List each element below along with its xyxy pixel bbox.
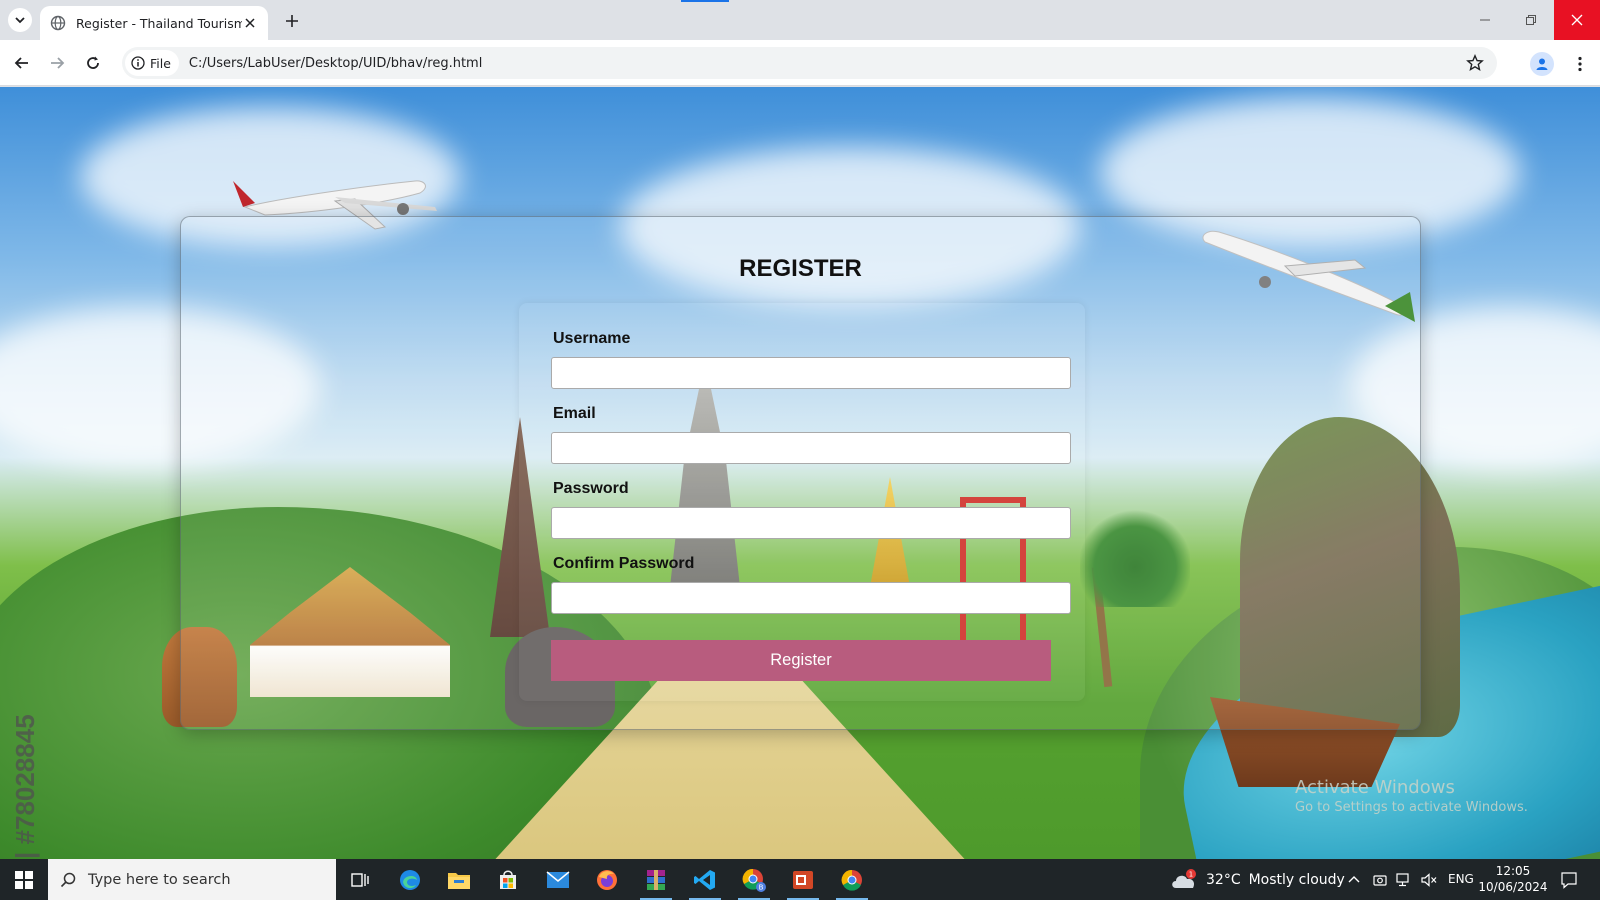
edge-icon <box>400 870 420 890</box>
mail-icon <box>546 871 570 888</box>
chevron-down-icon <box>15 17 25 24</box>
chrome-profile-icon: B <box>742 868 766 892</box>
camera-icon <box>1373 874 1387 886</box>
activate-windows-subtitle: Go to Settings to activate Windows. <box>1295 800 1528 815</box>
taskbar-clock[interactable]: 12:05 10/06/2024 <box>1478 863 1548 895</box>
close-tab-button[interactable] <box>242 15 258 31</box>
search-icon <box>60 872 76 887</box>
taskbar-edge[interactable] <box>392 864 428 896</box>
register-button[interactable]: Register <box>551 640 1051 681</box>
notifications-button[interactable] <box>1556 867 1582 893</box>
network-button[interactable] <box>1395 859 1413 900</box>
tab-search-button[interactable] <box>8 8 32 32</box>
activate-windows-title: Activate Windows <box>1295 777 1455 798</box>
winrar-icon <box>647 870 665 890</box>
notification-icon <box>1561 872 1577 889</box>
taskbar-search-box[interactable]: Type here to search <box>48 859 336 900</box>
site-info-chip[interactable]: File <box>125 50 179 76</box>
activate-windows-notice: Activate Windows Go to Settings to activ… <box>1295 777 1528 815</box>
start-button[interactable] <box>0 859 48 900</box>
weather-widget[interactable]: 1 32°C Mostly cloudy <box>1170 859 1345 900</box>
password-input[interactable] <box>551 507 1071 539</box>
restore-icon <box>1526 15 1536 25</box>
search-placeholder: Type here to search <box>88 871 231 888</box>
taskbar-powerpoint[interactable] <box>785 864 821 900</box>
vscode-icon <box>694 870 715 890</box>
username-label: Username <box>553 330 631 347</box>
browser-tab-active[interactable]: Register - Thailand Tourism <box>40 6 268 40</box>
taskbar-file-explorer[interactable] <box>441 864 477 896</box>
taskbar-chrome-profile[interactable]: B <box>736 864 772 900</box>
url-text: C:/Users/LabUser/Desktop/UID/bhav/reg.ht… <box>188 55 483 71</box>
store-icon <box>500 870 516 889</box>
clock-date: 10/06/2024 <box>1478 880 1548 894</box>
chrome-icon <box>841 869 862 891</box>
stock-watermark: Stock | #78028845 <box>10 714 40 859</box>
windows-taskbar: Type here to search B 1 32°C Mostly clou… <box>0 859 1600 900</box>
taskbar-store[interactable] <box>490 864 526 896</box>
site-chip-label: File <box>150 55 171 71</box>
globe-icon <box>50 15 66 31</box>
tab-strip-indicator <box>681 0 729 2</box>
star-icon <box>1466 54 1484 71</box>
firefox-icon <box>597 870 617 890</box>
reload-button[interactable] <box>81 51 105 75</box>
close-icon <box>245 18 255 28</box>
confirm-password-input[interactable] <box>551 582 1071 614</box>
restore-window-button[interactable] <box>1508 0 1554 40</box>
taskbar-mail[interactable] <box>540 864 576 896</box>
minimize-icon <box>1480 19 1490 21</box>
taskbar-vscode[interactable] <box>687 864 723 900</box>
password-label: Password <box>553 480 629 497</box>
address-bar[interactable]: File C:/Users/LabUser/Desktop/UID/bhav/r… <box>122 47 1497 79</box>
browser-tab-strip: Register - Thailand Tourism <box>0 0 1600 40</box>
task-view-icon <box>351 873 369 887</box>
show-hidden-icons-button[interactable] <box>1347 859 1361 900</box>
page-viewport: Stock | #78028845 REGISTER Username Emai… <box>0 87 1600 859</box>
network-icon <box>1396 872 1409 886</box>
weather-badge: 1 <box>1189 870 1193 878</box>
taskbar-winrar[interactable] <box>638 864 674 900</box>
arrow-left-icon <box>14 57 28 69</box>
profile-button[interactable] <box>1530 52 1554 76</box>
register-card: REGISTER Username Email Password Confirm… <box>180 216 1421 730</box>
page-title: REGISTER <box>739 255 862 282</box>
username-input[interactable] <box>551 357 1071 389</box>
reload-icon <box>87 56 99 69</box>
meet-now-button[interactable] <box>1372 859 1388 900</box>
svg-text:B: B <box>759 884 764 892</box>
forward-button[interactable] <box>45 51 69 75</box>
task-view-button[interactable] <box>342 864 378 896</box>
input-language-indicator[interactable]: ENG <box>1448 872 1474 886</box>
minimize-window-button[interactable] <box>1462 0 1508 40</box>
tab-title: Register - Thailand Tourism <box>76 15 242 31</box>
weather-temperature: 32°C <box>1206 871 1241 888</box>
email-input[interactable] <box>551 432 1071 464</box>
taskbar-firefox[interactable] <box>589 864 625 896</box>
chevron-up-icon <box>1348 875 1360 882</box>
taskbar-chrome[interactable] <box>834 864 870 900</box>
arrow-right-icon <box>51 57 65 69</box>
powerpoint-icon <box>793 871 813 889</box>
info-icon <box>131 56 145 70</box>
file-explorer-icon <box>448 873 470 889</box>
confirm-password-label: Confirm Password <box>553 555 695 572</box>
close-icon <box>1571 14 1583 26</box>
plus-icon <box>286 15 298 27</box>
close-window-button[interactable] <box>1554 0 1600 40</box>
cloud-icon: 1 <box>1172 868 1196 888</box>
browser-menu-button[interactable] <box>1568 52 1592 76</box>
windows-logo-icon <box>15 870 33 889</box>
volume-muted-icon <box>1421 872 1437 887</box>
clock-time: 12:05 <box>1495 864 1531 878</box>
email-label: Email <box>553 405 596 422</box>
browser-toolbar: File C:/Users/LabUser/Desktop/UID/bhav/r… <box>0 40 1600 86</box>
weather-condition: Mostly cloudy <box>1248 871 1345 888</box>
person-icon <box>1536 58 1548 70</box>
volume-button[interactable] <box>1420 859 1438 900</box>
new-tab-button[interactable] <box>280 9 304 33</box>
bookmark-button[interactable] <box>1465 53 1485 73</box>
more-vertical-icon <box>1578 56 1582 72</box>
back-button[interactable] <box>10 51 34 75</box>
